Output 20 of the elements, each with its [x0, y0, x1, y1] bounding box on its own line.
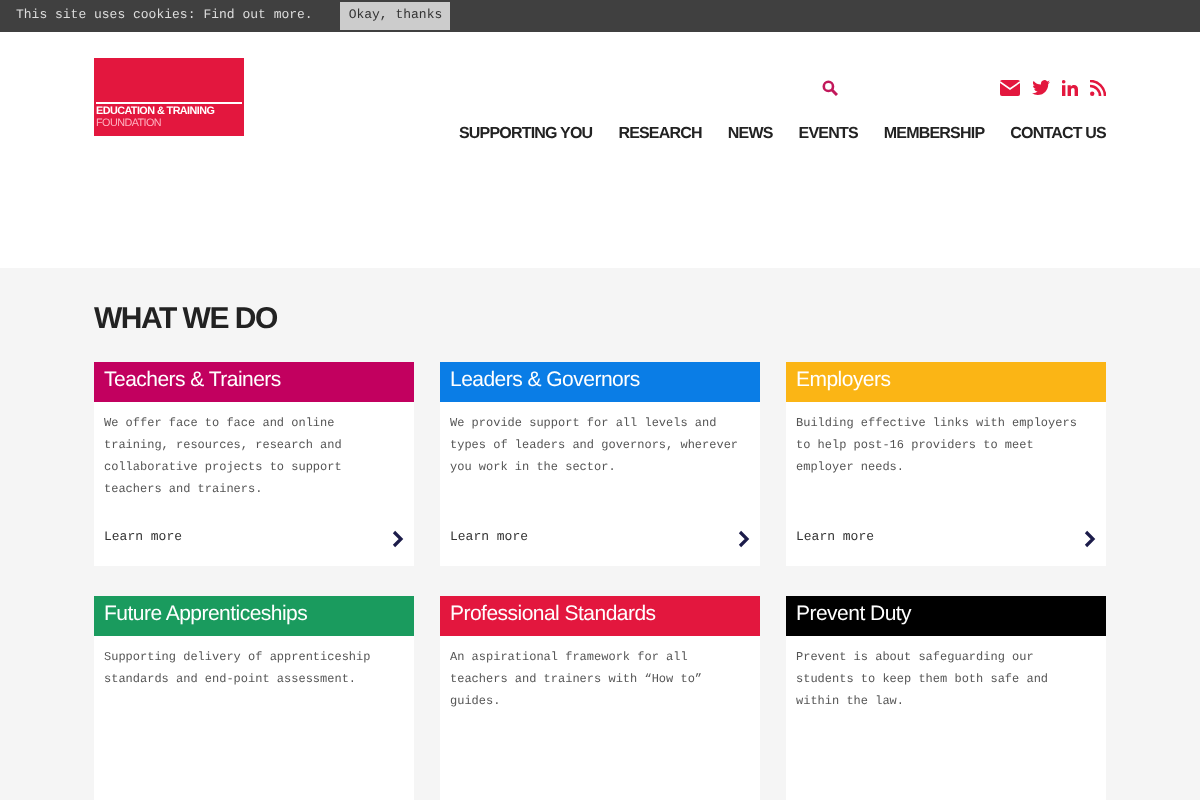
nav-link[interactable]: SUPPORTING YOU [458, 122, 593, 147]
search-icon[interactable] [822, 80, 838, 97]
linkedin-icon[interactable] [1062, 80, 1078, 97]
section-title: WHAT WE DO [94, 302, 279, 338]
card-title[interactable]: Teachers & Trainers [94, 362, 414, 402]
card-title[interactable]: Professional Standards [440, 596, 760, 636]
twitter-icon[interactable] [1032, 80, 1050, 97]
nav-link[interactable]: RESEARCH [618, 122, 702, 147]
card-title[interactable]: Prevent Duty [786, 596, 1106, 636]
envelope-icon[interactable] [1000, 80, 1020, 97]
chevron-right-icon [392, 529, 404, 548]
chevron-right-icon [738, 529, 750, 548]
chevron-right-icon [1084, 529, 1096, 548]
card-title[interactable]: Leaders & Governors [440, 362, 760, 402]
nav-link[interactable]: EVENTS [798, 122, 858, 147]
rss-icon[interactable] [1090, 80, 1106, 97]
nav-link[interactable]: NEWS [727, 122, 773, 147]
nav-link[interactable]: MEMBERSHIP [883, 122, 985, 147]
card-title[interactable]: Future Apprenticeships [94, 596, 414, 636]
nav-link[interactable]: CONTACT US [1010, 122, 1106, 147]
